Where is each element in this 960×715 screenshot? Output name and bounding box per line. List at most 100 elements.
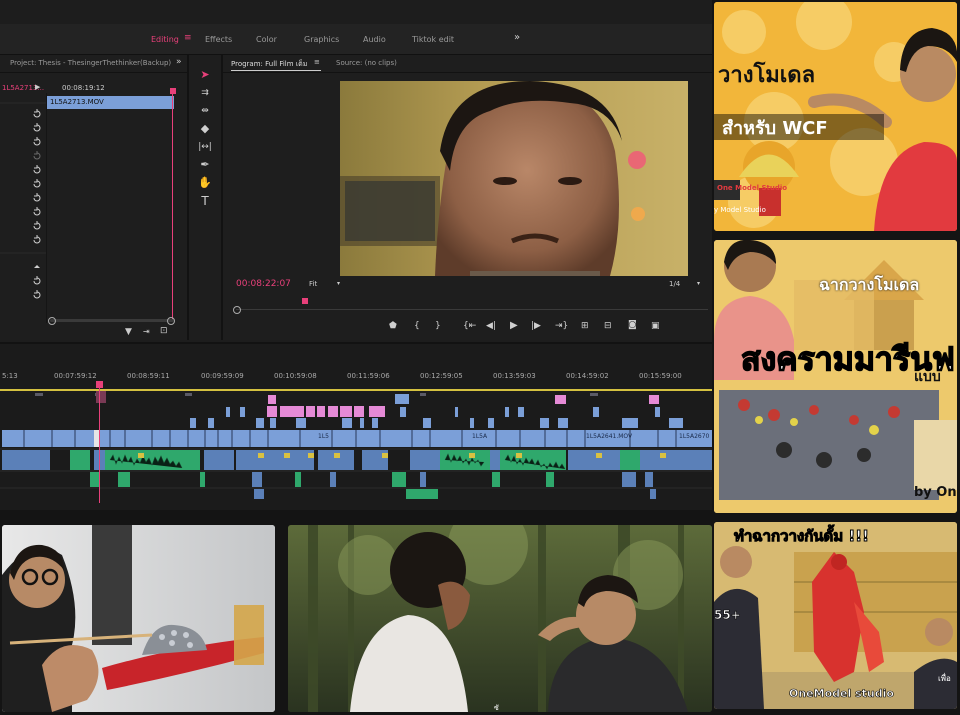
thumbnail-wcf[interactable]: วางโมเดล สำหรับ WCF One Model Studio y M… (714, 2, 957, 231)
clip-label: 1L5A2641.MOV (586, 433, 633, 440)
thumbnail-painter[interactable] (2, 525, 275, 712)
thumbnail-title: ทำฉากวางกันดั้ม !!! (734, 527, 870, 546)
scrubber-playhead[interactable] (302, 298, 308, 304)
track-select-tool-icon[interactable]: ⇉ (197, 86, 213, 100)
thumbnail-credit: OneModel studio (789, 687, 895, 701)
thumbnail-marineford[interactable]: ฉากวางโมเดล สงครามมารีนฟ แบบ by On (714, 240, 957, 513)
export-frame-icon[interactable]: ◙ (628, 320, 637, 330)
razor-tool-icon[interactable]: ◆ (197, 122, 213, 136)
track-header-column (0, 93, 47, 323)
workspace-tab-graphics[interactable]: Graphics (304, 35, 339, 44)
workspace-tab-tiktok-edit[interactable]: Tiktok edit (412, 35, 454, 44)
scroll-handle-left[interactable] (48, 317, 56, 325)
double-chevron-icon[interactable]: » (514, 32, 520, 43)
resolution-select[interactable]: 1/4 (669, 280, 680, 288)
clip-label: 1L5A2670 (679, 433, 710, 440)
comparison-view-icon[interactable]: ▣ (651, 321, 660, 331)
timeline-panel: 5:13 00:07:59:12 00:08:59:11 00:09:59:09… (0, 342, 712, 510)
export-frame-icon[interactable]: ⊡ (160, 326, 168, 336)
ruler-label: 00:08:59:11 (127, 372, 170, 380)
tools-panel: ➤ ⇉ ⇹ ◆ |↔| ✒ ✋ T (189, 55, 223, 340)
timeline-playhead-marker[interactable] (96, 381, 103, 388)
insert-icon[interactable]: ⇥ (143, 327, 150, 336)
workspace-tab-audio[interactable]: Audio (363, 35, 386, 44)
pen-tool-icon[interactable]: ✒ (197, 158, 213, 172)
ruler-label: 00:13:59:03 (493, 372, 536, 380)
ruler-label: 00:11:59:06 (347, 372, 390, 380)
thumbnail-side-text: เพื่อ (938, 674, 951, 683)
add-marker-icon[interactable]: ⬟ (389, 321, 397, 331)
thumbnail-painter-image (2, 525, 275, 712)
thumbnail-gundam-image (714, 522, 957, 709)
project-title: Project: Thesis - ThesingerThethinker(Ba… (10, 59, 172, 67)
project-panel: Project: Thesis - ThesingerThethinker(Ba… (0, 55, 189, 340)
insert-icon[interactable]: ⊞ (581, 321, 589, 331)
mark-in-icon[interactable]: { (414, 321, 420, 331)
ruler-label: 00:14:59:02 (566, 372, 609, 380)
program-video-frame (340, 81, 688, 276)
scroll-handle-right[interactable] (167, 317, 175, 325)
slip-tool-icon[interactable]: |↔| (197, 140, 213, 154)
timeline-tracks (0, 391, 712, 499)
mark-out-icon[interactable]: } (435, 321, 441, 331)
workspace-tab-editing[interactable]: Editing (151, 35, 179, 44)
video-frame-image (340, 81, 688, 276)
thumbnail-credit: by On (914, 485, 957, 500)
scrubber-start-handle[interactable] (233, 306, 241, 314)
thumbnail-badge: 55+ (714, 608, 741, 623)
clip-label: 1L5 (318, 433, 329, 440)
thumbnail-title-line3: แบบ (914, 369, 941, 385)
thumbnail-title-line1: วางโมเดล (718, 63, 816, 88)
type-tool-icon[interactable]: T (197, 194, 213, 208)
clip-label: 1L5A (472, 433, 488, 440)
overflow-icon[interactable]: » (176, 57, 182, 67)
workspace-tab-effects[interactable]: Effects (205, 35, 232, 44)
source-title[interactable]: Source: (no clips) (336, 59, 397, 67)
logo-text: One Model Studio (717, 184, 788, 192)
filter-icon[interactable]: ▼ (125, 327, 132, 337)
workspace-bar: Editing ≡ Effects Color Graphics Audio T… (0, 24, 712, 55)
premiere-window: Editing ≡ Effects Color Graphics Audio T… (0, 0, 712, 510)
thumbnail-credit: y Model Studio (714, 206, 766, 214)
thumbnail-forest-image (288, 525, 712, 712)
project-panel-header: Project: Thesis - ThesingerThethinker(Ba… (0, 55, 187, 73)
step-back-icon[interactable]: ◀| (486, 321, 496, 331)
timeline-playhead-line (99, 388, 100, 503)
hamburger-icon[interactable]: ≡ (314, 58, 320, 66)
program-monitor: Program: Full Film เต็ม ≡ Source: (no cl… (223, 55, 712, 340)
thumbnail-title-line1: ฉากวางโมเดล (819, 275, 920, 294)
clip-name: 1L5A2713.MOV (50, 98, 104, 106)
zoom-select[interactable]: Fit (309, 280, 317, 288)
hand-tool-icon[interactable]: ✋ (197, 176, 213, 190)
chevron-down-icon[interactable]: ▾ (697, 280, 700, 287)
program-timecode: 00:08:22:07 (236, 279, 291, 289)
selection-tool-icon[interactable]: ➤ (197, 68, 213, 82)
overwrite-icon[interactable]: ⊟ (604, 321, 612, 331)
thumbnail-gundam[interactable]: ทำฉากวางกันดั้ม !!! 55+ OneModel studio … (714, 522, 957, 709)
workspace-tab-color[interactable]: Color (256, 35, 277, 44)
ruler-label: 00:07:59:12 (54, 372, 97, 380)
ripple-edit-tool-icon[interactable]: ⇹ (197, 104, 213, 118)
source-timecode: 00:08:19:12 (62, 84, 105, 92)
play-icon[interactable]: ▶ (510, 320, 518, 331)
subtitle-text: ซั (494, 704, 499, 712)
go-to-out-icon[interactable]: ⇥} (555, 321, 568, 331)
scrubber-track[interactable] (236, 309, 708, 310)
step-forward-icon[interactable]: |▶ (531, 321, 541, 331)
program-title[interactable]: Program: Full Film เต็ม (231, 59, 307, 70)
ruler-label: 5:13 (2, 372, 18, 380)
ruler-label: 00:15:59:00 (639, 372, 682, 380)
go-to-in-icon[interactable]: {⇤ (463, 321, 476, 331)
play-small-icon[interactable]: ▶ (35, 83, 40, 91)
playhead-marker[interactable] (170, 88, 176, 94)
selected-clip[interactable]: 1L5A2713.MOV (47, 96, 174, 109)
horizontal-scrollbar[interactable] (50, 319, 174, 322)
chevron-down-icon[interactable]: ▾ (337, 280, 340, 287)
ruler-label: 00:10:59:08 (274, 372, 317, 380)
active-tab-underline (231, 70, 321, 71)
hamburger-icon[interactable]: ≡ (184, 33, 192, 43)
monitor-header: Program: Full Film เต็ม ≡ Source: (no cl… (223, 55, 712, 73)
thumbnail-title-line2: สำหรับ WCF (722, 118, 828, 139)
thumbnail-forest-scene[interactable]: ซั (288, 525, 712, 712)
ruler-label: 00:09:59:09 (201, 372, 244, 380)
